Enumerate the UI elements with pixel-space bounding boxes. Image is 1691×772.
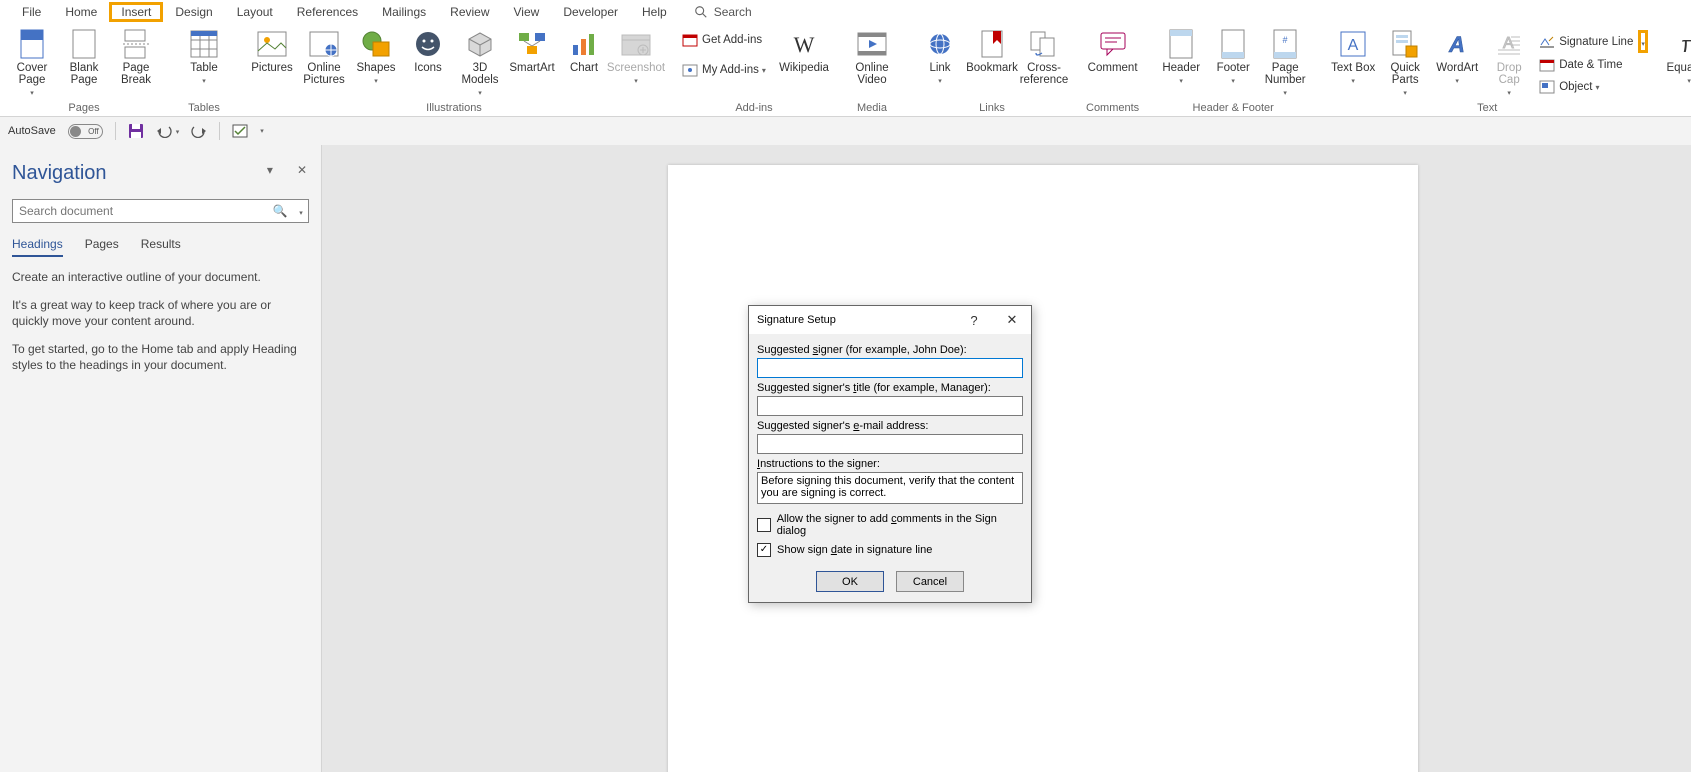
- allow-comments-checkbox[interactable]: [757, 518, 771, 532]
- icons-button[interactable]: Icons: [402, 28, 454, 74]
- object-button[interactable]: Object: [1535, 77, 1655, 97]
- online-video-button[interactable]: Online Video: [846, 28, 898, 86]
- group-illustrations-label: Illustrations: [426, 102, 482, 116]
- pictures-button[interactable]: Pictures: [246, 28, 298, 74]
- nav-tab-headings[interactable]: Headings: [12, 237, 63, 257]
- dialog-close-button[interactable]: ✕: [993, 312, 1031, 328]
- instructions-textarea[interactable]: Before signing this document, verify tha…: [757, 472, 1023, 504]
- nav-hint-1: Create an interactive outline of your do…: [12, 269, 309, 285]
- search-label: Search: [714, 5, 752, 19]
- dialog-title: Signature Setup: [757, 314, 836, 326]
- tab-home[interactable]: Home: [53, 2, 109, 22]
- signer-email-input[interactable]: [757, 434, 1023, 454]
- nav-close-button[interactable]: ✕: [297, 163, 307, 177]
- chart-button[interactable]: Chart: [558, 28, 610, 74]
- editor-button[interactable]: [232, 123, 248, 139]
- nav-hint-2: It's a great way to keep track of where …: [12, 297, 309, 329]
- tab-insert[interactable]: Insert: [109, 2, 163, 22]
- show-date-label: Show sign date in signature line: [777, 544, 932, 556]
- search-icon: [694, 5, 708, 19]
- signature-setup-dialog: Signature Setup ? ✕ Suggested signer (fo…: [748, 305, 1032, 603]
- date-time-button[interactable]: Date & Time: [1535, 55, 1655, 75]
- table-button[interactable]: Table: [178, 28, 230, 88]
- nav-search-input[interactable]: [13, 204, 266, 218]
- svg-text:W: W: [794, 32, 815, 56]
- signature-line-dropdown[interactable]: [1638, 30, 1648, 53]
- get-addins-button[interactable]: Get Add-ins: [678, 30, 786, 50]
- nav-tab-pages[interactable]: Pages: [85, 237, 119, 257]
- nav-search-dropdown[interactable]: [294, 204, 308, 218]
- allow-comments-label: Allow the signer to add comments in the …: [777, 513, 1023, 537]
- equation-button[interactable]: πEquation: [1663, 28, 1691, 88]
- group-header-footer-label: Header & Footer: [1193, 102, 1274, 116]
- comment-button[interactable]: Comment: [1087, 28, 1139, 74]
- 3d-models-button[interactable]: 3D Models: [454, 28, 506, 100]
- wordart-button[interactable]: AWordArt: [1431, 28, 1483, 88]
- tab-references[interactable]: References: [285, 2, 370, 22]
- dialog-help-button[interactable]: ?: [955, 313, 993, 328]
- nav-tab-results[interactable]: Results: [141, 237, 181, 257]
- tab-review[interactable]: Review: [438, 2, 501, 22]
- tab-developer[interactable]: Developer: [551, 2, 630, 22]
- my-addins-button[interactable]: My Add-ins: [678, 60, 786, 80]
- cancel-button[interactable]: Cancel: [896, 571, 964, 592]
- group-tables-label: Tables: [188, 102, 220, 116]
- nav-search-box[interactable]: 🔍: [12, 199, 309, 223]
- instructions-label: Instructions to the signer:: [757, 458, 1023, 470]
- wikipedia-button[interactable]: WWikipedia: [778, 28, 830, 74]
- text-box-button[interactable]: AText Box: [1327, 28, 1379, 88]
- autosave-label: AutoSave: [8, 125, 56, 137]
- tab-layout[interactable]: Layout: [225, 2, 285, 22]
- bookmark-button[interactable]: Bookmark: [966, 28, 1018, 74]
- svg-text:π: π: [1682, 32, 1691, 57]
- save-button[interactable]: [128, 123, 144, 139]
- qat-customize[interactable]: [260, 127, 270, 135]
- group-links-label: Links: [979, 102, 1005, 116]
- shapes-button[interactable]: Shapes: [350, 28, 402, 88]
- svg-text:A: A: [1448, 32, 1465, 57]
- nav-options-dropdown[interactable]: ▾: [267, 163, 273, 177]
- autosave-toggle[interactable]: Off: [68, 124, 103, 139]
- svg-text:A: A: [1348, 37, 1359, 54]
- group-media-label: Media: [857, 102, 887, 116]
- group-pages-label: Pages: [68, 102, 99, 116]
- nav-hint-3: To get started, go to the Home tab and a…: [12, 341, 309, 373]
- suggested-signer-label: Suggested signer (for example, John Doe)…: [757, 344, 1023, 356]
- page-break-button[interactable]: Page Break: [110, 28, 162, 86]
- link-button[interactable]: Link: [914, 28, 966, 88]
- signer-email-label: Suggested signer's e-mail address:: [757, 420, 1023, 432]
- nav-search-button[interactable]: 🔍: [266, 204, 294, 218]
- show-date-checkbox[interactable]: ✓: [757, 543, 771, 557]
- drop-cap-button[interactable]: ADrop Cap: [1483, 28, 1535, 100]
- tab-view[interactable]: View: [502, 2, 552, 22]
- suggested-signer-input[interactable]: [757, 358, 1023, 378]
- tab-design[interactable]: Design: [163, 2, 224, 22]
- footer-button[interactable]: Footer: [1207, 28, 1259, 88]
- signer-title-label: Suggested signer's title (for example, M…: [757, 382, 1023, 394]
- tab-help[interactable]: Help: [630, 2, 679, 22]
- ok-button[interactable]: OK: [816, 571, 884, 592]
- header-button[interactable]: Header: [1155, 28, 1207, 88]
- cross-reference-button[interactable]: Cross-reference: [1018, 28, 1070, 86]
- redo-button[interactable]: [191, 124, 207, 138]
- blank-page-button[interactable]: Blank Page: [58, 28, 110, 86]
- online-pictures-button[interactable]: Online Pictures: [298, 28, 350, 86]
- tab-mailings[interactable]: Mailings: [370, 2, 438, 22]
- group-comments-label: Comments: [1086, 102, 1139, 116]
- group-addins-label: Add-ins: [735, 102, 772, 116]
- undo-button[interactable]: [156, 124, 180, 138]
- screenshot-button[interactable]: Screenshot: [610, 28, 662, 88]
- svg-text:#: #: [1283, 35, 1288, 45]
- quick-parts-button[interactable]: Quick Parts: [1379, 28, 1431, 100]
- svg-text:A: A: [1503, 35, 1514, 52]
- cover-page-button[interactable]: Cover Page: [6, 28, 58, 100]
- signer-title-input[interactable]: [757, 396, 1023, 416]
- tab-file[interactable]: File: [10, 2, 53, 22]
- signature-line-button[interactable]: Signature Line: [1535, 32, 1637, 52]
- page-number-button[interactable]: #Page Number: [1259, 28, 1311, 100]
- nav-title: Navigation: [12, 162, 309, 185]
- tell-me-search[interactable]: Search: [694, 5, 752, 19]
- smartart-button[interactable]: SmartArt: [506, 28, 558, 74]
- group-text-label: Text: [1477, 102, 1497, 116]
